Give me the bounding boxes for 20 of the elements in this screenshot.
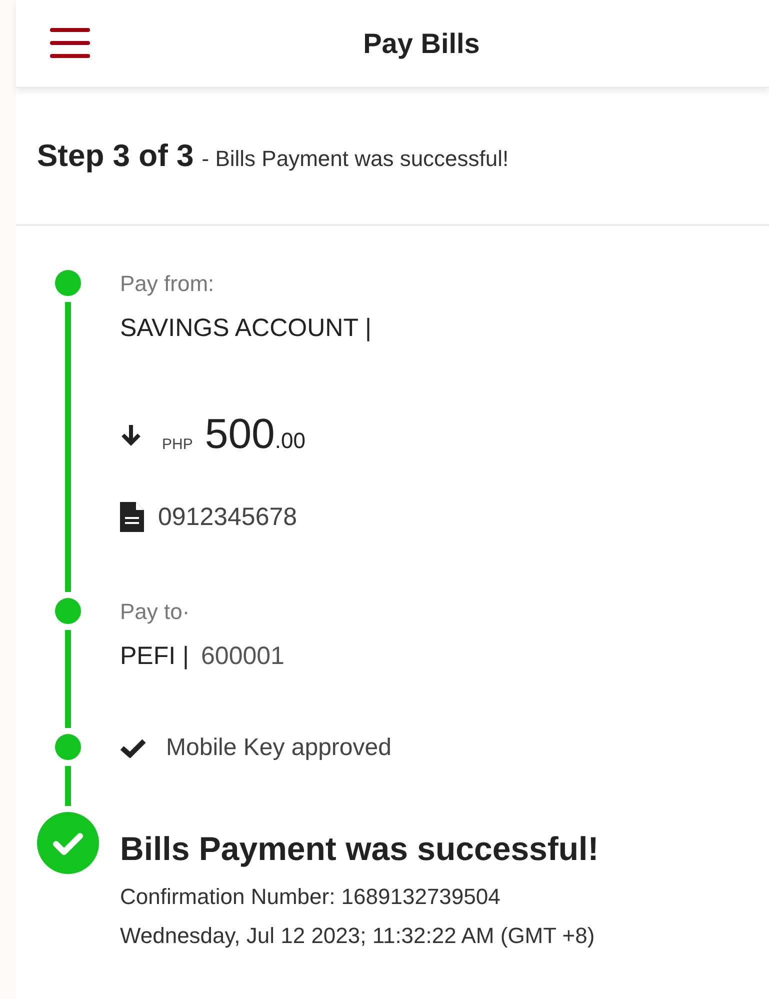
step-message: - Bills Payment was successful!	[202, 144, 509, 173]
confirmation-number: Confirmation Number: 1689132739504	[120, 882, 500, 910]
currency-code: PHP	[162, 435, 193, 455]
biller-name: PEFI |	[120, 641, 190, 672]
success-check-icon	[37, 812, 99, 874]
account-name: SAVINGS ACCOUNT |	[120, 313, 372, 344]
reference-number: 0912345678	[158, 502, 298, 532]
document-icon	[120, 502, 144, 532]
success-title: Bills Payment was successful!	[120, 829, 599, 869]
checkmark-icon	[120, 738, 146, 758]
biller-code: 600001	[201, 641, 284, 672]
approval-status: Mobile Key approved	[166, 733, 392, 763]
field-label: Pay to·	[120, 598, 190, 626]
amount-value: 500.00	[204, 410, 306, 458]
page-title: Pay Bills	[363, 26, 480, 61]
menu-icon[interactable]	[50, 27, 90, 59]
transaction-timestamp: Wednesday, Jul 12 2023; 11:32:22 AM (GMT +8)	[120, 922, 595, 950]
arrow-down-icon	[120, 422, 142, 446]
field-label: Pay from:	[120, 270, 214, 298]
step-indicator: Step 3 of 3	[37, 136, 194, 175]
